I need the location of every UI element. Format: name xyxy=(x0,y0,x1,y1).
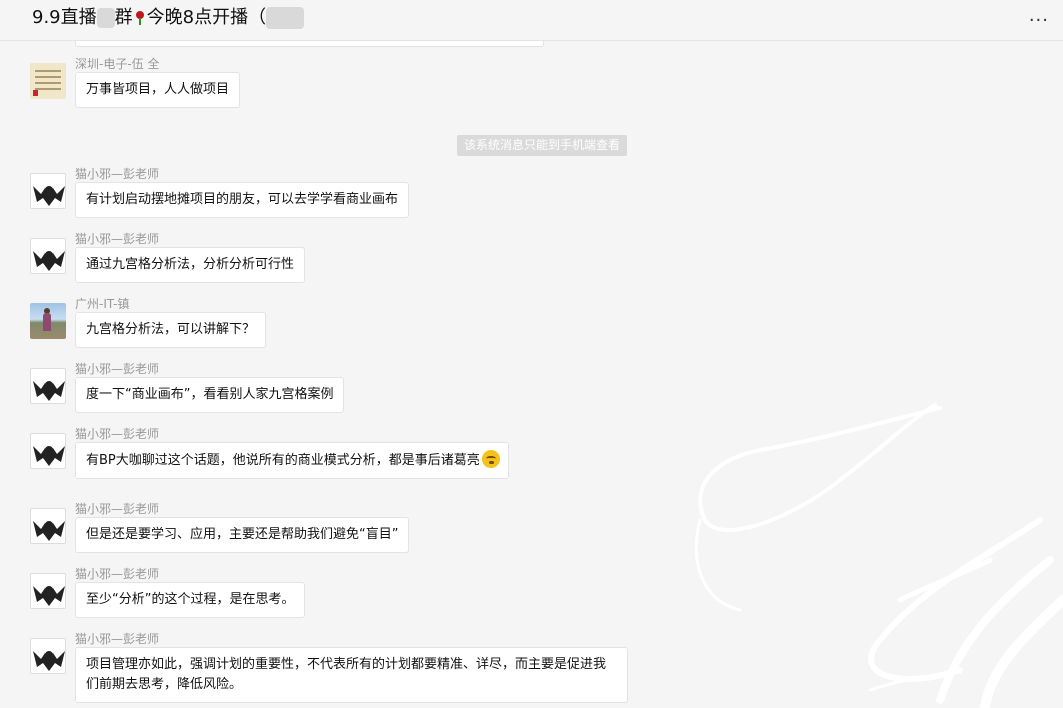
chat-header: 9.9直播群今晚8点开播（ ... xyxy=(0,0,1063,41)
sender-name: 猫小邪—彭老师 xyxy=(75,632,160,646)
sender-name: 广州-IT-镇 xyxy=(75,297,130,311)
rose-icon xyxy=(135,11,145,25)
more-options-button[interactable]: ... xyxy=(1029,5,1049,26)
system-message-badge: 该系统消息只能到手机端查看 xyxy=(457,135,627,156)
seal-icon xyxy=(33,90,38,96)
message-bubble[interactable]: 九宫格分析法，可以讲解下？ xyxy=(75,312,267,348)
chat-title-part1: 9.9直播 xyxy=(32,7,97,28)
sender-name: 猫小邪—彭老师 xyxy=(75,567,160,581)
chat-title: 9.9直播群今晚8点开播（ xyxy=(32,6,305,30)
sender-name: 深圳-电子-伍 全 xyxy=(75,57,160,71)
avatar[interactable] xyxy=(30,303,66,339)
sender-name: 猫小邪—彭老师 xyxy=(75,502,160,516)
message-bubble[interactable]: 至少“分析”的这个过程，是在思考。 xyxy=(75,582,306,618)
chat-title-part3: 今晚8点开播（ xyxy=(146,7,267,28)
avatar[interactable] xyxy=(30,63,66,99)
sender-name: 猫小邪—彭老师 xyxy=(75,427,160,441)
message-text: 有BP大咖聊过这个话题，他说所有的商业模式分析，都是事后诸葛亮 xyxy=(86,453,480,468)
bat-icon xyxy=(33,381,65,401)
message-list[interactable]: 深圳-电子-伍 全 万事皆项目，人人做项目 该系统消息只能到手机端查看 猫小邪—… xyxy=(0,41,1063,708)
avatar[interactable] xyxy=(30,238,66,274)
redacted-text xyxy=(96,8,115,28)
avatar[interactable] xyxy=(30,433,66,469)
message-bubble[interactable]: 项目管理亦如此，强调计划的重要性，不代表所有的计划都要精准、详尽，而主要是促进我… xyxy=(75,647,628,703)
message-bubble[interactable]: 万事皆项目，人人做项目 xyxy=(75,72,241,108)
facepalm-emoji-icon xyxy=(481,450,500,468)
bat-icon xyxy=(33,446,65,466)
message-bubble[interactable]: 但是还是要学习、应用，主要还是帮助我们避免“盲目” xyxy=(75,517,410,553)
chat-title-part2: 群 xyxy=(114,7,133,28)
bat-icon xyxy=(33,251,65,271)
sender-name: 猫小邪—彭老师 xyxy=(75,232,160,246)
message-bubble[interactable]: 通过九宫格分析法，分析分析可行性 xyxy=(75,247,306,283)
avatar[interactable] xyxy=(30,573,66,609)
sender-name: 猫小邪—彭老师 xyxy=(75,167,160,181)
sender-name: 猫小邪—彭老师 xyxy=(75,362,160,376)
redacted-text xyxy=(266,7,305,29)
bat-icon xyxy=(33,521,65,541)
avatar[interactable] xyxy=(30,638,66,674)
message-bubble[interactable]: 有BP大咖聊过这个话题，他说所有的商业模式分析，都是事后诸葛亮 xyxy=(75,442,509,479)
message-bubble[interactable]: 度一下“商业画布”，看看别人家九宫格案例 xyxy=(75,377,345,413)
message-bubble[interactable]: 有计划启动摆地摊项目的朋友，可以去学学看商业画布 xyxy=(75,182,410,218)
bat-icon xyxy=(33,651,65,671)
avatar[interactable] xyxy=(30,173,66,209)
avatar[interactable] xyxy=(30,508,66,544)
person-icon xyxy=(43,313,51,331)
bat-icon xyxy=(33,186,65,206)
bat-icon xyxy=(33,586,65,606)
avatar[interactable] xyxy=(30,368,66,404)
previous-message-bubble xyxy=(75,41,544,47)
